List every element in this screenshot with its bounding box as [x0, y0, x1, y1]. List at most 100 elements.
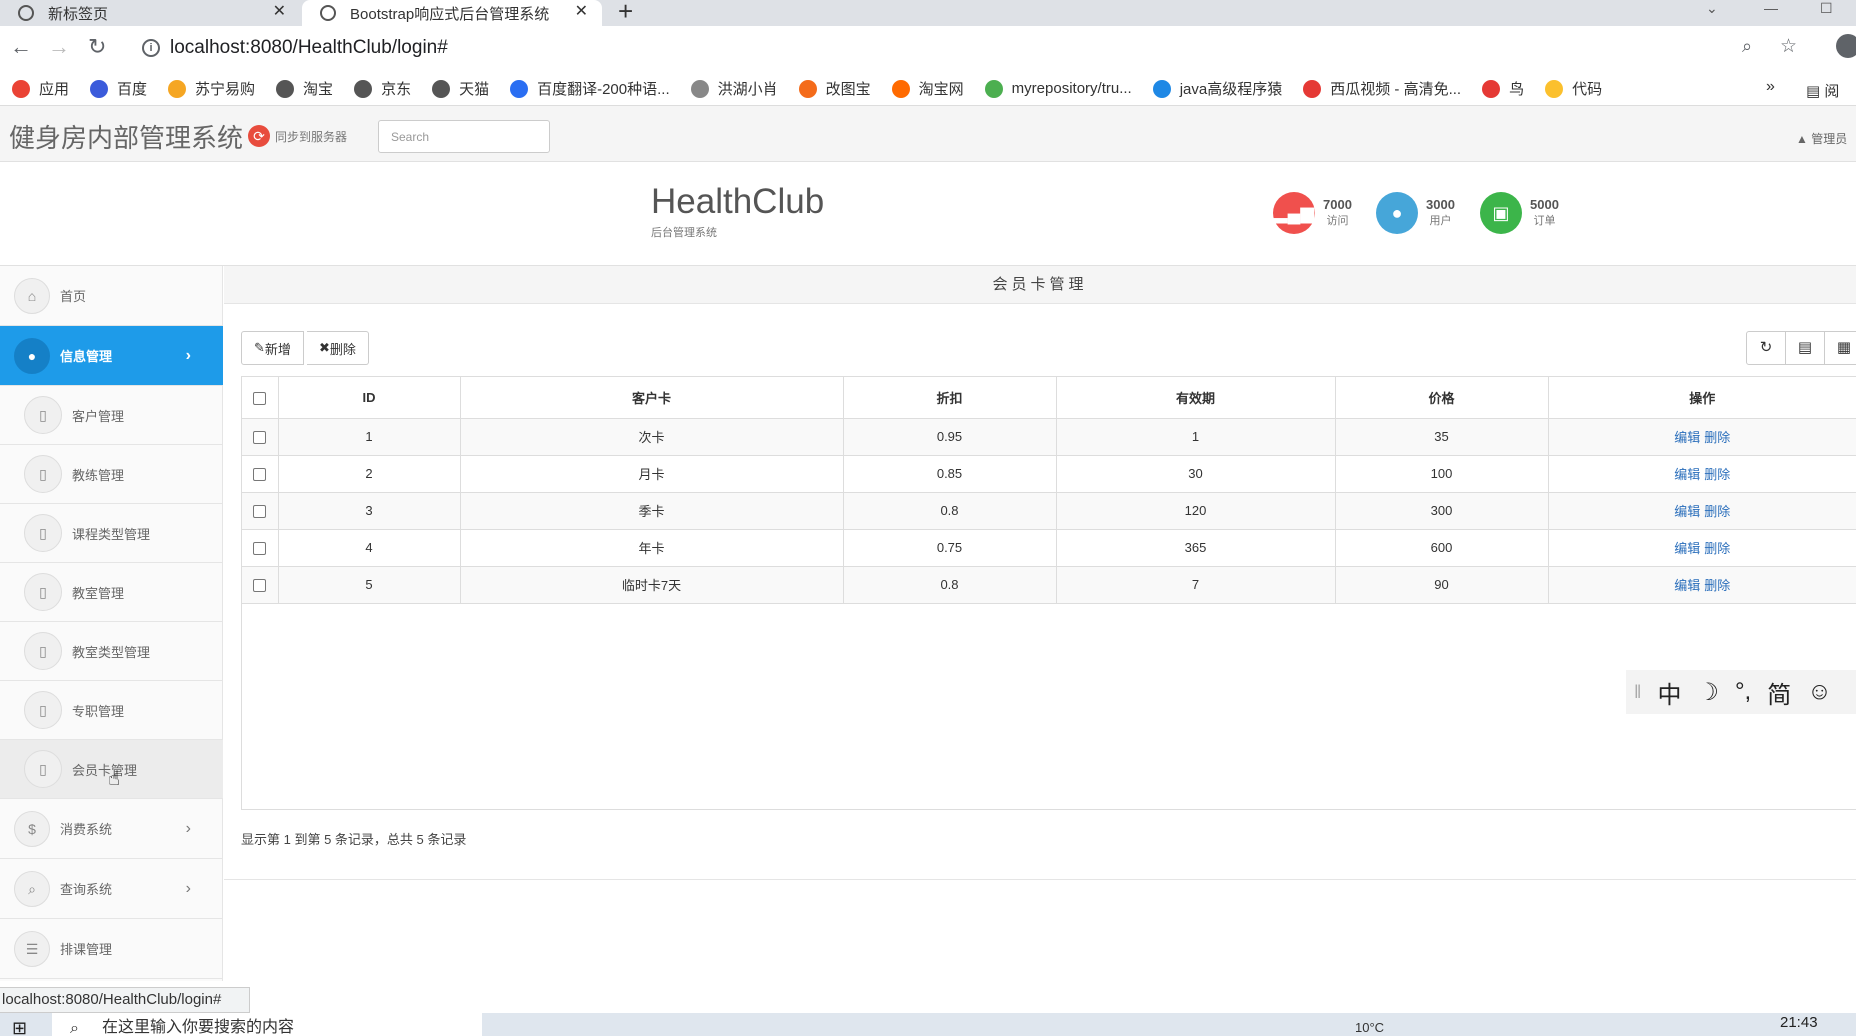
weather-temperature[interactable]: 10°C — [1355, 1020, 1384, 1035]
bookmark-item[interactable]: 应用 — [12, 78, 69, 99]
tab-search-icon[interactable]: ⌄ — [1706, 0, 1718, 17]
ime-toolbar[interactable]: ‖ 中 ☽ °, 简 ☺ — [1626, 670, 1856, 714]
reload-icon[interactable]: ↻ — [88, 34, 106, 60]
column-header[interactable]: 客户卡 — [460, 377, 844, 419]
row-checkbox[interactable] — [253, 579, 267, 593]
bookmark-item[interactable]: 鸟 — [1482, 78, 1524, 99]
bookmark-item[interactable]: 改图宝 — [798, 78, 871, 99]
edit-link[interactable]: 编辑 — [1674, 430, 1700, 445]
edit-link[interactable]: 编辑 — [1674, 504, 1700, 519]
tab-favicon-icon — [320, 5, 336, 21]
browser-tab-new[interactable]: 新标签页 ✕ — [0, 0, 300, 26]
columns-button[interactable]: ▦ — [1824, 331, 1856, 365]
column-header[interactable]: ID — [278, 377, 461, 419]
column-header[interactable]: 折扣 — [843, 377, 1057, 419]
pagination-info: 显示第 1 到第 5 条记录，总共 5 条记录 — [241, 832, 467, 847]
zoom-icon[interactable]: ⌕ — [1742, 36, 1752, 57]
column-header[interactable]: 价格 — [1335, 377, 1549, 419]
bookmark-item[interactable]: 西瓜视频 - 高清免... — [1303, 78, 1461, 99]
ime-halfwidth-button[interactable]: ☽ — [1697, 678, 1719, 707]
sidebar-item-customers[interactable]: ▯ 客户管理 — [0, 386, 223, 445]
row-select-cell — [242, 529, 279, 567]
taskbar-search-input[interactable]: 在这里输入你要搜索的内容 — [52, 1013, 482, 1036]
edit-link[interactable]: 编辑 — [1674, 467, 1700, 482]
app-brand[interactable]: 健身房内部管理系统 — [9, 118, 243, 155]
cell-price: 300 — [1335, 492, 1549, 530]
reading-list-button[interactable]: ▤ 阅 — [1806, 80, 1839, 101]
row-select-cell — [242, 455, 279, 493]
tab-close-icon[interactable]: ✕ — [273, 1, 286, 21]
sidebar-item-coaches[interactable]: ▯ 教练管理 — [0, 445, 223, 504]
bookmark-item[interactable]: myrepository/tru... — [984, 79, 1132, 98]
delete-link[interactable]: 删除 — [1704, 467, 1730, 482]
row-checkbox[interactable] — [253, 468, 267, 482]
toggle-view-button[interactable]: ▤ — [1785, 331, 1825, 365]
sync-button[interactable]: ⟳ 同步到服务器 — [248, 125, 347, 147]
delete-link[interactable]: 删除 — [1704, 504, 1730, 519]
ime-mode-button[interactable]: 中 — [1657, 675, 1681, 710]
browser-tab-active[interactable]: Bootstrap响应式后台管理系统 ✕ — [302, 0, 602, 26]
row-select-cell — [242, 566, 279, 604]
sidebar-item-consumption[interactable]: $ 消费系统 › — [0, 799, 223, 859]
sync-label: 同步到服务器 — [275, 129, 348, 144]
bookmark-item[interactable]: 代码 — [1545, 78, 1602, 99]
delete-link[interactable]: 删除 — [1704, 541, 1730, 556]
select-all-checkbox[interactable] — [253, 391, 267, 405]
refresh-button[interactable]: ↻ — [1746, 331, 1786, 365]
stat-visits: ▂▄▆ 7000 访问 — [1273, 192, 1352, 234]
sidebar-item-home[interactable]: ⌂ 首页 — [0, 266, 223, 326]
bookmark-item[interactable]: 百度 — [90, 78, 147, 99]
edit-link[interactable]: 编辑 — [1674, 541, 1700, 556]
site-info-icon[interactable]: i — [142, 39, 160, 57]
row-checkbox[interactable] — [253, 542, 267, 556]
bookmark-item[interactable]: 苏宁易购 — [168, 78, 255, 99]
back-icon[interactable]: ← — [10, 34, 32, 60]
bookmark-favicon-icon — [276, 79, 295, 98]
bookmark-item[interactable]: java高级程序猿 — [1152, 78, 1283, 99]
bookmark-label: java高级程序猿 — [1179, 81, 1283, 98]
bookmark-item[interactable]: 天猫 — [432, 78, 489, 99]
delete-link[interactable]: 删除 — [1704, 578, 1730, 593]
taskbar-clock[interactable]: 21:43 — [1780, 1014, 1818, 1031]
delete-link[interactable]: 删除 — [1704, 430, 1730, 445]
sidebar-item-staff[interactable]: ▯ 专职管理 — [0, 681, 223, 740]
search-input[interactable]: Search — [378, 120, 550, 153]
add-label: 新增 — [264, 341, 291, 357]
maximize-icon[interactable]: ☐ — [1820, 0, 1833, 17]
drag-handle-icon[interactable]: ‖ — [1634, 682, 1641, 703]
sidebar-item-classroom-types[interactable]: ▯ 教室类型管理 — [0, 622, 223, 681]
sidebar-item-info-management[interactable]: ● 信息管理 › — [0, 326, 223, 386]
url-bar[interactable]: i localhost:8080/HealthClub/login# ⌕ ☆ — [124, 32, 1834, 66]
new-tab-button[interactable]: + — [618, 0, 633, 27]
bookmark-item[interactable]: 洪湖小肖 — [690, 78, 778, 99]
row-checkbox[interactable] — [253, 431, 267, 445]
bookmark-label: 天猫 — [459, 81, 490, 98]
windows-start-icon[interactable]: ⊞ — [12, 1018, 27, 1036]
divider — [224, 879, 1856, 880]
row-checkbox[interactable] — [253, 505, 267, 519]
stat-orders: ▣ 5000 订单 — [1480, 192, 1559, 234]
admin-menu[interactable]: ▲ 管理员 — [1796, 130, 1856, 147]
sidebar-item-classrooms[interactable]: ▯ 教室管理 — [0, 563, 223, 622]
ime-simplified-button[interactable]: 简 — [1767, 675, 1791, 710]
delete-button[interactable]: ✖ 删除 — [307, 331, 369, 365]
bookmark-favicon-icon — [1303, 79, 1322, 98]
column-header[interactable]: 有效期 — [1056, 377, 1336, 419]
profile-avatar[interactable] — [1836, 34, 1856, 58]
add-button[interactable]: ✎ 新增 — [241, 331, 304, 365]
bookmarks-more-button[interactable]: » — [1766, 78, 1775, 96]
bookmark-item[interactable]: 淘宝网 — [891, 78, 964, 99]
bookmark-item[interactable]: 淘宝 — [276, 78, 333, 99]
bookmark-item[interactable]: 百度翻译-200种语... — [510, 78, 670, 99]
sidebar-item-course-types[interactable]: ▯ 课程类型管理 — [0, 504, 223, 563]
edit-link[interactable]: 编辑 — [1674, 578, 1700, 593]
sidebar-item-query[interactable]: ⌕ 查询系统 › — [0, 859, 223, 919]
ime-emoji-button[interactable]: ☺ — [1807, 678, 1832, 706]
bookmark-item[interactable]: 京东 — [354, 78, 411, 99]
sidebar-item-scheduling[interactable]: ☰ 排课管理 — [0, 919, 223, 979]
bookmark-star-icon[interactable]: ☆ — [1780, 35, 1797, 58]
tab-close-icon[interactable]: ✕ — [575, 1, 588, 21]
forward-icon[interactable]: → — [48, 34, 70, 60]
ime-punctuation-button[interactable]: °, — [1735, 678, 1751, 706]
minimize-icon[interactable]: — — [1764, 0, 1778, 16]
